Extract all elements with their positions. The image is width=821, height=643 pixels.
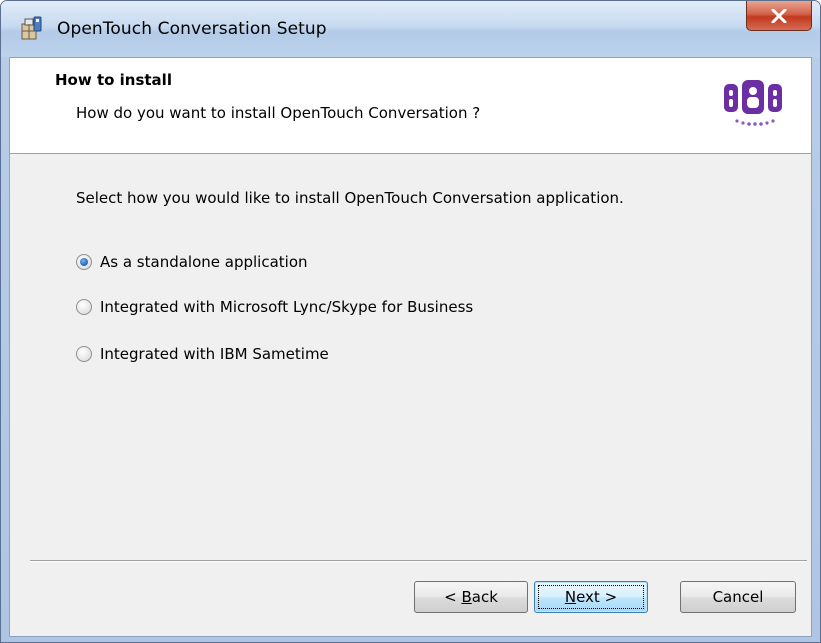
back-accelerator: B	[461, 588, 472, 606]
instruction-text: Select how you would like to install Ope…	[76, 189, 624, 207]
setup-window: OpenTouch Conversation Setup How to inst…	[0, 0, 821, 643]
header-banner: How to install How do you want to instal…	[10, 58, 811, 154]
radio-standalone[interactable]	[76, 254, 92, 270]
installer-app-icon	[21, 16, 42, 40]
cancel-button[interactable]: Cancel	[680, 581, 796, 613]
next-button[interactable]: Next >	[534, 581, 648, 613]
banner-title: How to install	[55, 71, 172, 89]
opentouch-logo-icon	[724, 80, 782, 126]
radio-ibm-sametime[interactable]	[76, 346, 92, 362]
option-label: Integrated with Microsoft Lync/Skype for…	[100, 298, 474, 316]
option-standalone[interactable]: As a standalone application	[76, 253, 308, 271]
option-label: Integrated with IBM Sametime	[100, 345, 329, 363]
back-label-rest: ack	[471, 588, 498, 606]
title-bar[interactable]: OpenTouch Conversation Setup	[1, 1, 820, 57]
banner-subtitle: How do you want to install OpenTouch Con…	[76, 104, 481, 122]
radio-lync-skype[interactable]	[76, 299, 92, 315]
back-label-prefix: <	[444, 588, 462, 606]
close-icon	[771, 8, 787, 23]
option-lync-skype[interactable]: Integrated with Microsoft Lync/Skype for…	[76, 298, 473, 316]
window-title: OpenTouch Conversation Setup	[57, 19, 327, 39]
next-label-rest: ext >	[576, 588, 618, 606]
dialog-client-area: How to install How do you want to instal…	[9, 57, 812, 637]
option-label: As a standalone application	[100, 253, 308, 271]
next-accelerator: N	[564, 588, 577, 606]
back-button[interactable]: < Back	[414, 581, 528, 613]
option-ibm-sametime[interactable]: Integrated with IBM Sametime	[76, 345, 329, 363]
footer-separator	[30, 560, 807, 562]
close-button[interactable]	[746, 1, 812, 31]
